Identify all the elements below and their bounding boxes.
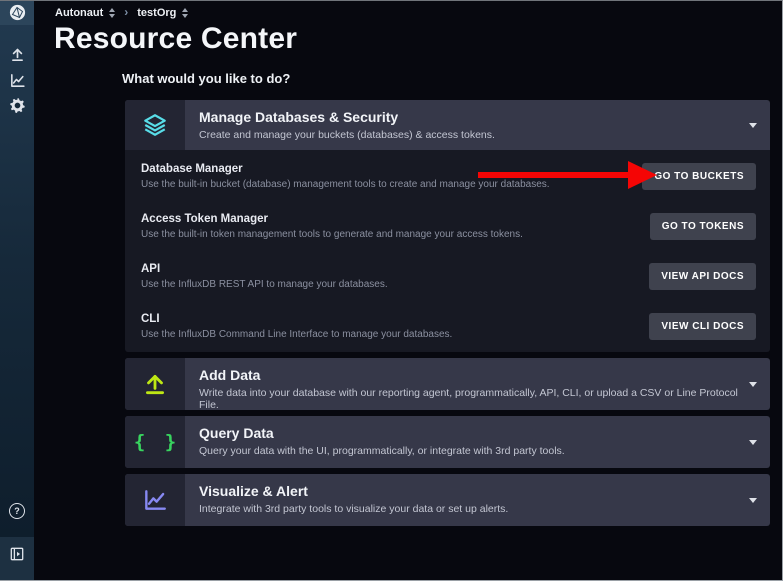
- row-database-manager: Database Manager Use the built-in bucket…: [125, 151, 770, 201]
- query-data-description: Query your data with the UI, programmati…: [199, 445, 565, 457]
- row-cli: CLI Use the InfluxDB Command Line Interf…: [125, 301, 770, 351]
- add-data-title: Add Data: [199, 367, 740, 383]
- row-access-token-text: Access Token Manager Use the built-in to…: [141, 213, 523, 240]
- breadcrumb-separator-icon: ›: [124, 5, 128, 19]
- row-title: API: [141, 263, 388, 275]
- breadcrumb: Autonaut › testOrg: [55, 6, 188, 20]
- panel-header-visualize[interactable]: Visualize & Alert Integrate with 3rd par…: [125, 474, 770, 526]
- chevron-down-icon[interactable]: [749, 440, 757, 445]
- sidebar-item-help[interactable]: ?: [0, 503, 34, 519]
- org-switcher-caret-icon: [182, 8, 188, 18]
- row-description: Use the built-in bucket (database) manag…: [141, 179, 550, 190]
- sidebar-item-data-explorer[interactable]: [0, 72, 34, 89]
- page-subtitle: What would you like to do?: [122, 71, 290, 86]
- manage-panel-title: Manage Databases & Security: [199, 109, 495, 125]
- go-to-tokens-button[interactable]: GO TO TOKENS: [650, 213, 756, 240]
- influxdata-logo-icon: [9, 4, 26, 21]
- add-data-header-text: Add Data Write data into your database w…: [185, 358, 770, 410]
- row-cli-text: CLI Use the InfluxDB Command Line Interf…: [141, 313, 452, 340]
- query-data-title: Query Data: [199, 425, 565, 441]
- add-data-description: Write data into your database with our r…: [199, 387, 740, 410]
- breadcrumb-account-label: Autonaut: [55, 7, 103, 19]
- influxdata-logo[interactable]: [0, 0, 34, 25]
- expand-sidebar-icon: [10, 547, 24, 561]
- chevron-down-icon[interactable]: [749, 382, 757, 387]
- settings-gear-icon: [9, 97, 26, 114]
- row-title: CLI: [141, 313, 452, 325]
- query-data-icon-cell: { }: [125, 416, 185, 468]
- panel-header-add-data[interactable]: Add Data Write data into your database w…: [125, 358, 770, 410]
- breadcrumb-org-selector[interactable]: testOrg: [137, 7, 188, 19]
- manage-header-text: Manage Databases & Security Create and m…: [185, 100, 525, 150]
- panel-visualize-alert: Visualize & Alert Integrate with 3rd par…: [125, 474, 770, 526]
- row-api: API Use the InfluxDB REST API to manage …: [125, 251, 770, 301]
- panel-header-query-data[interactable]: { } Query Data Query your data with the …: [125, 416, 770, 468]
- visualize-icon-cell: [125, 474, 185, 526]
- breadcrumb-account-selector[interactable]: Autonaut: [55, 7, 115, 19]
- sidebar-item-load-data[interactable]: [0, 46, 34, 63]
- view-api-docs-button[interactable]: VIEW API DOCS: [649, 263, 756, 290]
- resource-center-panels: Manage Databases & Security Create and m…: [125, 100, 770, 532]
- account-switcher-caret-icon: [109, 8, 115, 18]
- visualize-description: Integrate with 3rd party tools to visual…: [199, 503, 508, 515]
- row-description: Use the InfluxDB Command Line Interface …: [141, 329, 452, 340]
- chevron-down-icon[interactable]: [749, 498, 757, 503]
- query-data-header-text: Query Data Query your data with the UI, …: [185, 416, 595, 468]
- row-description: Use the InfluxDB REST API to manage your…: [141, 279, 388, 290]
- row-access-token-manager: Access Token Manager Use the built-in to…: [125, 201, 770, 251]
- row-description: Use the built-in token management tools …: [141, 229, 523, 240]
- upload-data-icon: [142, 371, 168, 397]
- row-title: Database Manager: [141, 163, 550, 175]
- sidebar-item-settings[interactable]: [0, 97, 34, 114]
- visualize-header-text: Visualize & Alert Integrate with 3rd par…: [185, 474, 538, 526]
- panel-query-data: { } Query Data Query your data with the …: [125, 416, 770, 468]
- line-chart-icon: [142, 487, 168, 513]
- layers-icon: [142, 112, 168, 138]
- visualize-title: Visualize & Alert: [199, 483, 508, 499]
- add-data-icon-cell: [125, 358, 185, 410]
- chevron-down-icon[interactable]: [749, 123, 757, 128]
- go-to-buckets-button[interactable]: GO TO BUCKETS: [642, 163, 756, 190]
- sidebar-expand-toggle[interactable]: [0, 537, 34, 581]
- curly-braces-icon: { }: [134, 431, 180, 453]
- manage-panel-description: Create and manage your buckets (database…: [199, 129, 495, 141]
- manage-panel-body: Database Manager Use the built-in bucket…: [125, 150, 770, 352]
- row-title: Access Token Manager: [141, 213, 523, 225]
- view-cli-docs-button[interactable]: VIEW CLI DOCS: [649, 313, 756, 340]
- upload-icon: [9, 46, 26, 63]
- row-api-text: API Use the InfluxDB REST API to manage …: [141, 263, 388, 290]
- panel-manage-databases-security: Manage Databases & Security Create and m…: [125, 100, 770, 352]
- panel-header-manage[interactable]: Manage Databases & Security Create and m…: [125, 100, 770, 150]
- help-icon: ?: [9, 503, 25, 519]
- breadcrumb-org-label: testOrg: [137, 7, 176, 19]
- manage-icon-cell: [125, 100, 185, 150]
- panel-add-data: Add Data Write data into your database w…: [125, 358, 770, 410]
- page-title: Resource Center: [54, 22, 297, 56]
- row-database-manager-text: Database Manager Use the built-in bucket…: [141, 163, 550, 190]
- graphs-icon: [9, 72, 26, 89]
- sidebar: ?: [0, 0, 34, 581]
